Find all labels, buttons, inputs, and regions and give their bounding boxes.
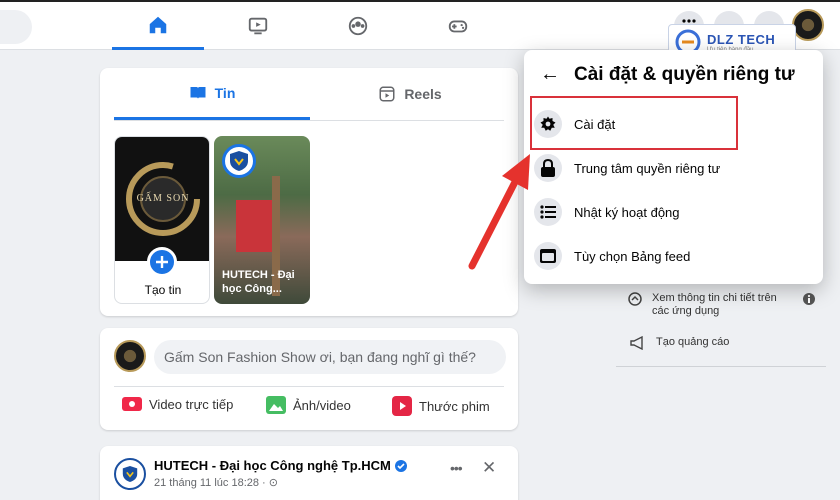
list-icon — [540, 205, 556, 219]
post-author-avatar[interactable] — [114, 458, 146, 490]
live-video-icon — [122, 397, 142, 411]
megaphone-icon — [630, 336, 643, 350]
live-video-label: Video trực tiếp — [149, 396, 234, 412]
lock-icon — [541, 159, 555, 177]
composer-input[interactable]: Gấm Son Fashion Show ơi, bạn đang nghĩ g… — [154, 340, 506, 374]
post-more-button[interactable]: ••• — [450, 460, 463, 476]
post-composer-card: Gấm Son Fashion Show ơi, bạn đang nghĩ g… — [100, 328, 518, 430]
tab-reels[interactable]: Reels — [312, 68, 508, 120]
search-input[interactable] — [0, 10, 32, 44]
photo-video-button[interactable]: Ảnh/video — [266, 396, 351, 414]
watermark-title: DLZ TECH — [707, 31, 776, 47]
menu-item-feed-preferences-label: Tùy chọn Bảng feed — [574, 248, 691, 264]
create-story-label: Tạo tin — [144, 283, 182, 297]
verified-badge-icon — [394, 459, 407, 472]
post-close-button[interactable]: ✕ — [482, 458, 496, 478]
menu-item-privacy-center[interactable]: Trung tâm quyền riêng tư — [534, 148, 814, 188]
insights-icon — [628, 292, 642, 306]
profile-avatar-button[interactable] — [792, 9, 824, 41]
story-card-hutech[interactable]: HUTECH - Đại học Công... — [214, 136, 310, 304]
post-author-name[interactable]: HUTECH - Đại học Công nghệ Tp.HCM — [154, 458, 391, 473]
menu-item-activity-log[interactable]: Nhật ký hoạt động — [534, 192, 814, 232]
menu-item-privacy-center-label: Trung tâm quyền riêng tư — [574, 160, 721, 176]
story-card-label: HUTECH - Đại học Công... — [222, 269, 295, 295]
sidebar-app-insights-label: Xem thông tin chi tiết trên các ứng dụng — [652, 292, 777, 317]
info-icon — [803, 293, 815, 305]
story-scene-banner — [236, 200, 276, 252]
highlight-box — [530, 96, 738, 150]
story-brand-image: GẤM SON — [115, 137, 209, 261]
live-video-button[interactable]: Video trực tiếp — [122, 396, 233, 412]
composer-placeholder: Gấm Son Fashion Show ơi, bạn đang nghĩ g… — [164, 349, 476, 365]
video-icon — [248, 17, 268, 35]
photo-video-label: Ảnh/video — [293, 397, 351, 413]
tab-stories[interactable]: Tin — [114, 68, 310, 120]
tabs-divider — [114, 120, 504, 121]
hutech-shield-icon — [230, 151, 248, 171]
stories-card: Tin Reels GẤM SON Tạo tin HUTECH - Đại h… — [100, 68, 518, 316]
reel-button[interactable]: Thước phim — [392, 396, 490, 416]
reels-icon — [379, 86, 395, 102]
book-icon — [190, 86, 206, 99]
post-card: HUTECH - Đại học Công nghệ Tp.HCM 21 thá… — [100, 446, 518, 500]
menu-item-activity-log-label: Nhật ký hoạt động — [574, 204, 680, 220]
gaming-icon — [448, 20, 468, 33]
menu-title: Cài đặt & quyền riêng tư — [574, 64, 795, 85]
sidebar-app-insights-link[interactable]: Xem thông tin chi tiết trên các ứng dụng — [628, 292, 828, 318]
groups-icon — [348, 16, 368, 36]
composer-divider — [114, 386, 504, 387]
home-icon — [149, 16, 167, 33]
sidebar-create-ad-link[interactable]: Tạo quảng cáo — [630, 336, 729, 350]
nav-tab-gaming[interactable] — [412, 2, 504, 50]
settings-privacy-menu: ← Cài đặt & quyền riêng tư Cài đặt Trung… — [524, 50, 823, 284]
sidebar-create-ad-label: Tạo quảng cáo — [656, 336, 730, 348]
nav-tab-groups[interactable] — [312, 2, 404, 50]
nav-tab-home[interactable] — [112, 2, 204, 50]
post-timestamp: 21 tháng 11 lúc 18:28 · ⊙ — [154, 477, 278, 489]
tab-reels-label: Reels — [404, 86, 442, 102]
create-story-card[interactable]: GẤM SON Tạo tin — [114, 136, 210, 304]
menu-item-feed-preferences[interactable]: Tùy chọn Bảng feed — [534, 236, 814, 276]
tab-stories-label: Tin — [214, 84, 236, 101]
composer-avatar — [114, 340, 146, 372]
brand-text: GẤM SON — [136, 193, 190, 204]
reel-icon — [392, 396, 412, 416]
plus-icon — [156, 256, 168, 268]
story-page-avatar — [222, 144, 256, 178]
reel-label: Thước phim — [419, 398, 490, 414]
post-author-row: HUTECH - Đại học Công nghệ Tp.HCM — [154, 458, 407, 473]
hutech-shield-icon — [122, 466, 138, 482]
nav-tab-video[interactable] — [212, 2, 304, 50]
pointer-arrow-icon — [468, 154, 530, 270]
add-story-button[interactable] — [147, 247, 177, 277]
feed-icon — [540, 249, 556, 263]
photo-icon — [266, 396, 286, 414]
back-button[interactable]: ← — [540, 63, 560, 86]
sidebar-divider — [616, 366, 826, 367]
